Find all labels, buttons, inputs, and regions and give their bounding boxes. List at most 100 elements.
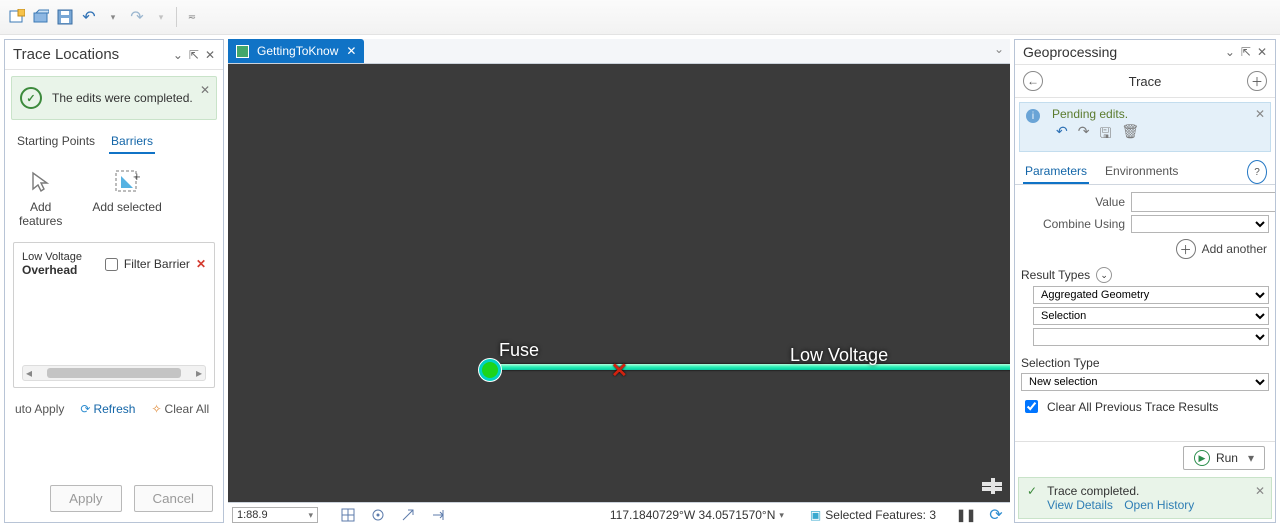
cancel-button[interactable]: Cancel [134, 485, 214, 512]
clear-previous-checkbox[interactable] [1025, 400, 1038, 413]
pin-icon[interactable]: ⇱ [189, 48, 199, 62]
scroll-left-icon[interactable]: ◂ [23, 366, 35, 380]
gp-tool-name: Trace [1043, 74, 1247, 89]
map-tab-close-icon[interactable]: ✕ [346, 44, 356, 58]
close-icon[interactable]: ✕ [1257, 45, 1267, 59]
gp-pane-title: Geoprocessing [1023, 44, 1117, 60]
help-icon[interactable]: ? [1247, 160, 1267, 184]
add-another-button[interactable]: ＋ Add another [1023, 239, 1267, 259]
map-tabstrip: GettingToKnow ✕ ⌄ [228, 39, 1010, 64]
dialog-buttons: Apply Cancel [5, 475, 223, 522]
low-voltage-line [487, 364, 1010, 370]
filter-barrier-checkbox[interactable] [105, 258, 118, 271]
result-type-row-2: Selection [1021, 307, 1269, 325]
map-tab-swatch-icon [236, 45, 249, 58]
view-details-link[interactable]: View Details [1047, 498, 1113, 512]
selection-icon: ▣ [810, 508, 821, 522]
result-type-row-1: Aggregated Geometry [1021, 286, 1269, 304]
tabstrip-collapse-icon[interactable]: ⌄ [994, 42, 1004, 56]
remove-barrier-icon[interactable]: ✕ [196, 257, 206, 271]
close-icon[interactable]: ✕ [205, 48, 215, 62]
selection-type-select[interactable]: New selection [1021, 373, 1269, 391]
clear-previous-label: Clear All Previous Trace Results [1047, 400, 1218, 414]
selected-features[interactable]: ▣ Selected Features: 3 [810, 508, 936, 522]
chevron-down-icon[interactable]: ⌄ [173, 48, 183, 62]
open-project-icon[interactable] [32, 8, 50, 26]
low-voltage-label: Low Voltage [790, 345, 888, 366]
banner-close-icon[interactable]: ✕ [200, 83, 210, 97]
basemap-icon[interactable] [982, 478, 1002, 494]
barrier-list: Low Voltage Overhead Filter Barrier ✕ ◂ … [13, 242, 215, 388]
h-scrollbar[interactable]: ◂ ▸ [22, 365, 206, 381]
add-selected-tool[interactable]: + Add selected [92, 168, 161, 228]
correction-icon[interactable] [428, 505, 448, 525]
pin-icon[interactable]: ⇱ [1241, 45, 1251, 59]
redo-icon[interactable]: ↷ [128, 8, 146, 26]
selection-type-label: Selection Type [1021, 356, 1269, 370]
pane-header: Trace Locations ⌄ ⇱ ✕ [5, 40, 223, 70]
result-type-select-1[interactable]: Aggregated Geometry [1033, 286, 1269, 304]
clear-all-button[interactable]: ✧ Clear All [151, 402, 209, 416]
snap-point-icon[interactable] [368, 505, 388, 525]
save-project-icon[interactable] [56, 8, 74, 26]
barrier-row[interactable]: Low Voltage Overhead Filter Barrier ✕ [20, 249, 208, 279]
inference-icon[interactable] [398, 505, 418, 525]
tab-starting-points[interactable]: Starting Points [15, 130, 97, 154]
scale-dropdown-icon[interactable]: ▾ [308, 510, 313, 521]
scale-input[interactable]: 1:88.9 ▾ [232, 507, 318, 523]
add-features-label: Add features [19, 200, 62, 228]
scroll-right-icon[interactable]: ▸ [193, 366, 205, 380]
open-history-link[interactable]: Open History [1124, 498, 1194, 512]
scroll-thumb[interactable] [47, 368, 181, 378]
row-value: Value [1021, 192, 1269, 212]
banner-message: The edits were completed. [52, 90, 193, 106]
tab-environments[interactable]: Environments [1103, 160, 1180, 184]
pending-save-icon[interactable]: 🖫 [1099, 123, 1111, 147]
result-type-select-2[interactable]: Selection [1033, 307, 1269, 325]
value-input[interactable] [1131, 192, 1275, 212]
gp-tabs: Parameters Environments ? [1015, 156, 1275, 185]
pending-close-icon[interactable]: ✕ [1255, 107, 1265, 121]
undo-dropdown-icon[interactable]: ▾ [104, 8, 122, 26]
gp-pane-header: Geoprocessing ⌄ ⇱ ✕ [1015, 40, 1275, 65]
add-features-tool[interactable]: Add features [19, 168, 62, 228]
pending-discard-icon[interactable]: 🗑 [1121, 123, 1139, 147]
qat-customize-icon[interactable]: ≂ [183, 8, 201, 26]
new-project-icon[interactable] [8, 8, 26, 26]
result-type-select-3[interactable] [1033, 328, 1269, 346]
quick-access-toolbar: ↶ ▾ ↷ ▾ ≂ [0, 0, 1280, 35]
barrier-point-icon[interactable]: ✕ [611, 358, 628, 383]
snap-grid-icon[interactable] [338, 505, 358, 525]
combine-select[interactable] [1131, 215, 1269, 233]
redo-dropdown-icon[interactable]: ▾ [152, 8, 170, 26]
refresh-map-icon[interactable]: ⟳ [986, 505, 1006, 525]
map-tab-label: GettingToKnow [257, 44, 338, 58]
coords-dropdown-icon[interactable]: ▾ [779, 510, 784, 521]
pause-draw-icon[interactable]: ❚❚ [956, 505, 976, 525]
run-dropdown-icon[interactable]: ▾ [1248, 451, 1254, 465]
fuse-point-icon[interactable] [479, 359, 501, 381]
pending-redo-icon[interactable]: ↷ [1078, 123, 1090, 147]
coordinates-display[interactable]: 117.1840729°W 34.0571570°N ▾ [610, 508, 784, 522]
success-check-icon: ✓ [1027, 484, 1037, 498]
tab-barriers[interactable]: Barriers [109, 130, 155, 154]
pending-edits-banner: i Pending edits. ↶ ↷ 🖫 🗑 ✕ [1019, 102, 1271, 152]
map-canvas[interactable]: Fuse Low Voltage Meter ✕ [228, 64, 1010, 502]
pending-undo-icon[interactable]: ↶ [1056, 123, 1068, 147]
run-row: ▶ Run ▾ [1015, 441, 1275, 474]
back-icon[interactable]: ← [1023, 71, 1043, 91]
chevron-down-icon[interactable]: ⌄ [1225, 45, 1235, 59]
apply-button[interactable]: Apply [50, 485, 121, 512]
barrier-name: Low Voltage Overhead [22, 251, 99, 277]
tab-parameters[interactable]: Parameters [1023, 160, 1089, 184]
add-tool-icon[interactable]: ＋ [1247, 71, 1267, 91]
done-close-icon[interactable]: ✕ [1255, 484, 1265, 498]
result-types-header[interactable]: Result Types ⌄ [1021, 267, 1269, 283]
refresh-button[interactable]: ⟳ Refresh [80, 402, 135, 416]
chevron-down-icon[interactable]: ⌄ [1096, 267, 1112, 283]
add-icon: ＋ [1176, 239, 1196, 259]
map-tab[interactable]: GettingToKnow ✕ [228, 39, 364, 63]
run-button[interactable]: ▶ Run ▾ [1183, 446, 1265, 470]
undo-icon[interactable]: ↶ [80, 8, 98, 26]
row-combine: Combine Using [1021, 215, 1269, 233]
